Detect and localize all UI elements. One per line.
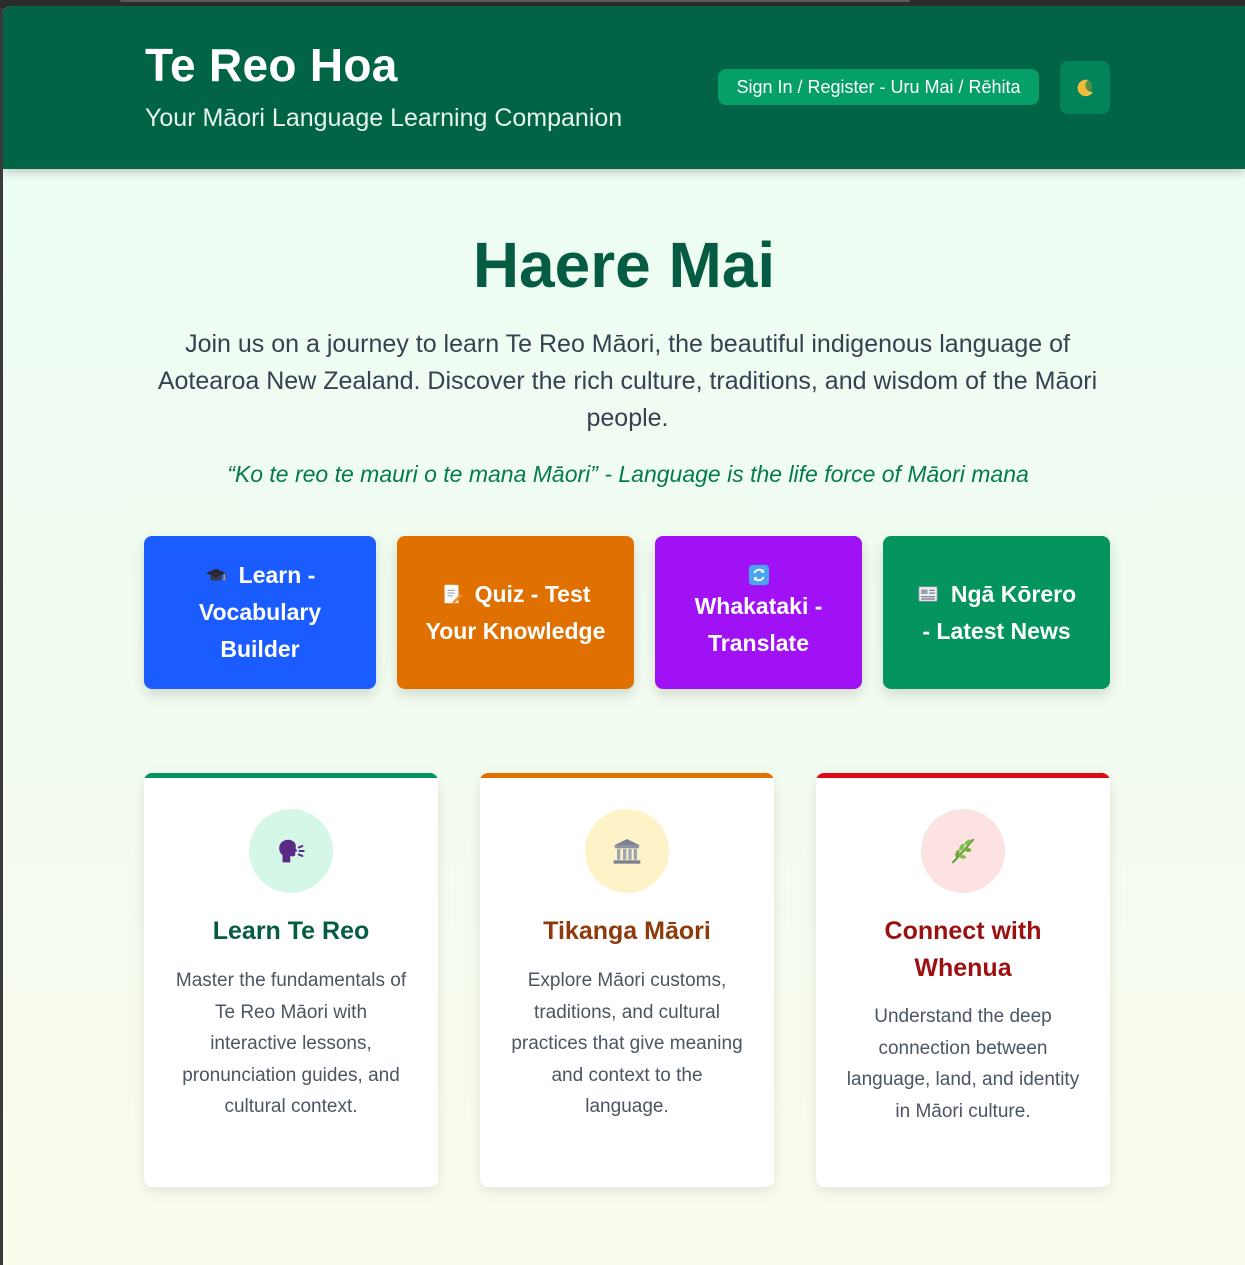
moon-icon: [1077, 79, 1094, 96]
card-icon-circle: [921, 809, 1005, 893]
site-header: Te Reo Hoa Your Māori Language Learning …: [3, 6, 1245, 169]
classical-building-icon: [613, 839, 641, 864]
card-title: Connect with Whenua: [884, 917, 1042, 982]
newspaper-icon: [918, 585, 938, 602]
refresh-icon: [748, 564, 769, 585]
page-viewport: Te Reo Hoa Your Māori Language Learning …: [3, 6, 1245, 1265]
card-description: Explore Māori customs, traditions, and c…: [511, 970, 743, 1117]
card-title: Tikanga Māori: [543, 917, 711, 945]
translate-label: Whakataki - Translate: [694, 592, 823, 656]
news-button[interactable]: Ngā Kōrero - Latest News: [883, 536, 1110, 689]
sign-in-register-button[interactable]: Sign In / Register - Uru Mai / Rēhita: [718, 69, 1039, 105]
card-icon-circle: [249, 809, 333, 893]
card-description: Master the fundamentals of Te Reo Māori …: [175, 970, 407, 1117]
graduation-cap-icon: [205, 568, 226, 581]
hero-quote: “Ko te reo te mauri o te mana Māori” - L…: [227, 461, 1029, 487]
feature-card-learn-te-reo: Learn Te Reo Master the fundamentals of …: [144, 773, 438, 1187]
news-label: Ngā Kōrero - Latest News: [922, 580, 1077, 644]
feature-card-connect-with-whenua: Connect with Whenua Understand the deep …: [816, 773, 1110, 1187]
theme-toggle-button[interactable]: [1060, 61, 1110, 114]
feature-card-tikanga-maori: Tikanga Māori Explore Māori customs, tra…: [480, 773, 774, 1187]
learn-vocabulary-button[interactable]: Learn - Vocabulary Builder: [144, 536, 376, 689]
memo-icon: [444, 584, 462, 604]
card-description: Understand the deep connection between l…: [846, 1006, 1080, 1122]
card-icon-circle: [585, 809, 669, 893]
card-accent-bar: [816, 773, 1110, 778]
quiz-button[interactable]: Quiz - Test Your Knowledge: [397, 536, 634, 689]
card-title: Learn Te Reo: [212, 917, 370, 945]
hero-title: Haere Mai: [472, 229, 776, 301]
card-accent-bar: [480, 773, 774, 778]
hero-intro-text: Join us on a journey to learn Te Reo Māo…: [157, 330, 1098, 432]
browser-tab-strip: [120, 0, 910, 2]
site-title: Te Reo Hoa: [145, 39, 398, 91]
translate-button[interactable]: Whakataki - Translate: [655, 536, 862, 689]
card-accent-bar: [144, 773, 438, 778]
speaking-head-icon: [279, 839, 305, 863]
site-subtitle: Your Māori Language Learning Companion: [145, 104, 623, 132]
herb-icon: [952, 838, 974, 864]
